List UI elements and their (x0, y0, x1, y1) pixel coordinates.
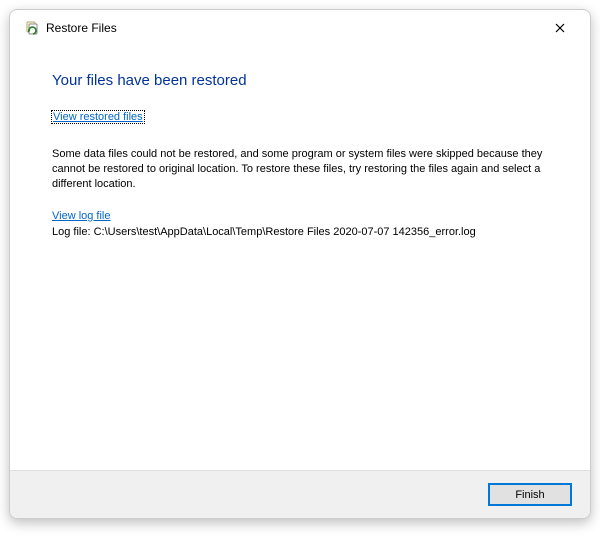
footer-bar: Finish (10, 470, 590, 518)
restore-description: Some data files could not be restored, a… (52, 147, 548, 192)
close-icon (555, 23, 565, 33)
finish-button[interactable]: Finish (488, 483, 572, 506)
restore-files-dialog: Restore Files Your files have been resto… (9, 9, 591, 519)
titlebar: Restore Files (10, 10, 590, 46)
view-restored-files-link[interactable]: View restored files (52, 111, 144, 123)
title-left: Restore Files (24, 20, 117, 36)
close-button[interactable] (544, 16, 576, 40)
page-heading: Your files have been restored (52, 72, 548, 89)
restore-files-icon (24, 20, 40, 36)
view-log-file-link[interactable]: View log file (52, 210, 111, 222)
log-file-path: Log file: C:\Users\test\AppData\Local\Te… (52, 226, 548, 238)
content-area: Your files have been restored View resto… (10, 46, 590, 470)
window-title: Restore Files (46, 21, 117, 35)
